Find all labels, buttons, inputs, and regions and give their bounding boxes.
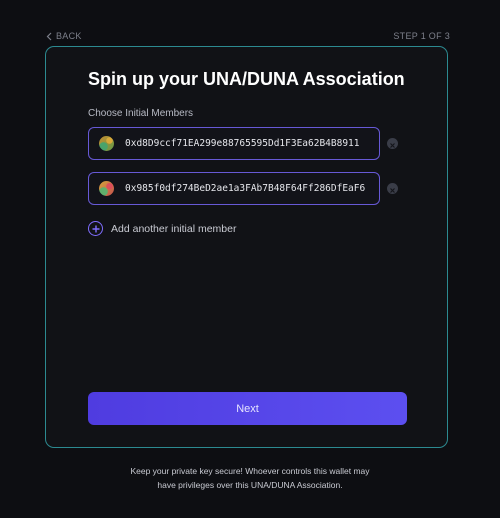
member-address-field[interactable] bbox=[88, 172, 380, 205]
next-button[interactable]: Next bbox=[88, 392, 407, 425]
plus-circle-icon bbox=[88, 221, 103, 236]
close-icon bbox=[390, 135, 395, 153]
member-address-input[interactable] bbox=[125, 183, 379, 194]
step-indicator: STEP 1 OF 3 bbox=[393, 31, 450, 41]
chevron-left-icon bbox=[46, 32, 52, 41]
back-label: BACK bbox=[56, 31, 82, 41]
remove-member-button[interactable] bbox=[387, 183, 398, 194]
add-member-button[interactable]: Add another initial member bbox=[88, 221, 236, 236]
avatar bbox=[99, 136, 114, 151]
top-nav: BACK STEP 1 OF 3 bbox=[46, 31, 450, 45]
page-title: Spin up your UNA/DUNA Association bbox=[88, 69, 405, 89]
setup-card: Spin up your UNA/DUNA Association Choose… bbox=[45, 46, 448, 448]
member-address-field[interactable] bbox=[88, 127, 380, 160]
close-icon bbox=[390, 180, 395, 198]
security-note: Keep your private key secure! Whoever co… bbox=[100, 464, 400, 492]
member-address-input[interactable] bbox=[125, 138, 379, 149]
avatar bbox=[99, 181, 114, 196]
members-label: Choose Initial Members bbox=[88, 108, 194, 119]
remove-member-button[interactable] bbox=[387, 138, 398, 149]
back-link[interactable]: BACK bbox=[46, 31, 82, 41]
add-member-label: Add another initial member bbox=[111, 222, 237, 235]
security-note-line: Keep your private key secure! Whoever co… bbox=[130, 466, 370, 476]
security-note-line: have privileges over this UNA/DUNA Assoc… bbox=[157, 480, 343, 490]
